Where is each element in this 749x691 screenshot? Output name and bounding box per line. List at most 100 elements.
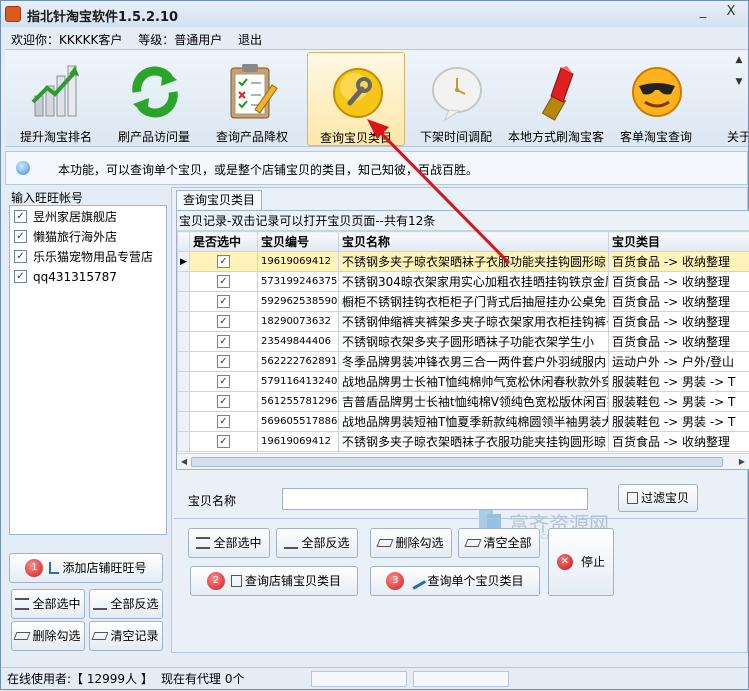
tool-local-taoke[interactable]: 本地方式刷淘宝客 [507, 52, 605, 146]
grid-delete-checked-button[interactable]: 删除勾选 [370, 528, 452, 558]
left-clear-records-button[interactable]: 清空记录 [89, 621, 163, 651]
tool-boost-visits[interactable]: 刷产品访问量 [105, 52, 203, 146]
table-row[interactable]: ✓573199246375不锈钢304晾衣架家用实心加粗衣挂晒挂钩铁京金属百货食… [178, 272, 749, 292]
item-name-cell: 战地品牌男装短袖T恤夏季新款纯棉圆领半袖男装大 [339, 412, 609, 432]
left-delete-checked-button[interactable]: 删除勾选 [11, 621, 85, 651]
row-checkbox[interactable]: ✓ [217, 275, 230, 288]
row-checkbox-cell[interactable]: ✓ [190, 432, 258, 452]
scroll-left-icon[interactable]: ◀ [178, 456, 190, 468]
item-name-cell: 吉普盾品牌男士长袖t恤纯棉V领纯色宽松版休闲百搭秋 [339, 392, 609, 412]
logout-link[interactable]: 退出 [238, 33, 262, 47]
tool-label: 本地方式刷淘宝客 [507, 128, 605, 145]
row-checkbox-cell[interactable]: ✓ [190, 372, 258, 392]
item-name-input[interactable] [282, 488, 588, 510]
table-row[interactable]: ✓23549844406不锈钢晾衣架多夹子圆形晒袜子功能衣架学生小百货食品 ->… [178, 332, 749, 352]
account-item[interactable]: ✓qq431315787 [14, 268, 117, 286]
grid-clear-all-button[interactable]: 清空全部 [458, 528, 540, 558]
row-indicator-header [178, 232, 190, 252]
row-checkbox[interactable]: ✓ [217, 415, 230, 428]
tool-customer-query[interactable]: 客单淘宝查询 [607, 52, 705, 146]
close-button[interactable]: X [721, 4, 741, 22]
item-name-cell: 不锈钢304晾衣架家用实心加粗衣挂晒挂钩铁京金属 [339, 272, 609, 292]
account-checkbox[interactable]: ✓ [14, 210, 27, 223]
table-row[interactable]: ✓561255781296吉普盾品牌男士长袖t恤纯棉V领纯色宽松版休闲百搭秋服装… [178, 392, 749, 412]
column-header[interactable]: 是否选中 [190, 232, 258, 252]
account-item[interactable]: ✓昱州家居旗舰店 [14, 208, 117, 226]
table-row[interactable]: ✓19619069412不锈钢多夹子晾衣架晒袜子衣服功能夹挂钩圆形晾百货食品 -… [178, 432, 749, 452]
row-checkbox-cell[interactable]: ✓ [190, 272, 258, 292]
smiley-sunglasses-icon [631, 62, 683, 122]
row-checkbox-cell[interactable]: ✓ [190, 392, 258, 412]
button-label: 清空记录 [110, 629, 158, 643]
row-checkbox-cell[interactable]: ✓ [190, 412, 258, 432]
account-checkbox[interactable]: ✓ [14, 270, 27, 283]
scroll-thumb[interactable] [191, 457, 723, 467]
table-row[interactable]: ▶✓19619069412不锈钢多夹子晾衣架晒袜子衣服功能夹挂钩圆形晾百货食品 … [178, 252, 749, 272]
table-row[interactable]: ✓569605517886战地品牌男装短袖T恤夏季新款纯棉圆领半袖男装大服装鞋包… [178, 412, 749, 432]
row-checkbox-cell[interactable]: ✓ [190, 352, 258, 372]
tool-check-demotion[interactable]: 查询产品降权 [203, 52, 301, 146]
tab-query-category[interactable]: 查询宝贝类目 [176, 190, 262, 210]
query-single-category-button[interactable]: 3查询单个宝贝类目 [370, 566, 540, 596]
filter-items-button[interactable]: 过滤宝贝 [618, 484, 698, 512]
item-name-cell: 不锈钢多夹子晾衣架晒袜子衣服功能夹挂钩圆形晾 [339, 252, 609, 272]
item-id-cell: 19619069412 [258, 432, 339, 452]
row-checkbox[interactable]: ✓ [217, 395, 230, 408]
item-id-cell: 23549844406 [258, 332, 339, 352]
left-select-all-button[interactable]: 全部选中 [11, 589, 85, 619]
row-indicator [178, 412, 190, 432]
minimize-button[interactable]: _ [693, 4, 713, 22]
pen-icon [408, 572, 426, 589]
row-checkbox-cell[interactable]: ✓ [190, 332, 258, 352]
grid-invert-select-button[interactable]: 全部反选 [276, 528, 358, 558]
row-checkbox[interactable]: ✓ [217, 355, 230, 368]
row-checkbox[interactable]: ✓ [217, 295, 230, 308]
scroll-right-icon[interactable]: ▶ [736, 456, 748, 468]
row-checkbox-cell[interactable]: ✓ [190, 312, 258, 332]
table-row[interactable]: ✓579116413240战地品牌男士长袖T恤纯棉帅气宽松休闲春秋款外穿服装鞋包… [178, 372, 749, 392]
item-name-label: 宝贝名称 [188, 492, 236, 509]
row-checkbox[interactable]: ✓ [217, 315, 230, 328]
item-category-cell: 服装鞋包 -> 男装 -> T [609, 372, 749, 392]
row-checkbox[interactable]: ✓ [217, 335, 230, 348]
item-name-cell: 不锈钢伸缩裤夹裤架多夹子晾衣架家用衣柜挂钩裤子 [339, 312, 609, 332]
table-row[interactable]: ✓562222762891冬季品牌男装冲锋衣男三合一两件套户外羽绒服内运动户外 … [178, 352, 749, 372]
query-shop-category-button[interactable]: 2查询店铺宝贝类目 [190, 566, 358, 596]
tool-label: 查询产品降权 [203, 128, 301, 145]
grid-select-all-button[interactable]: 全部选中 [188, 528, 270, 558]
eraser-icon [377, 539, 394, 547]
item-grid: 宝贝记录-双击记录可以打开宝贝页面--共有12条 是否选中 宝贝编号 宝贝名称 … [176, 210, 749, 470]
toolbar-scroll-up[interactable]: ▲ [732, 52, 746, 68]
account-checkbox[interactable]: ✓ [14, 250, 27, 263]
account-item[interactable]: ✓ 懒猫旅行海外店 [14, 228, 117, 246]
select-all-icon [196, 537, 210, 549]
left-invert-select-button[interactable]: 全部反选 [89, 589, 163, 619]
account-checkbox[interactable]: ✓ [14, 230, 27, 243]
row-checkbox[interactable]: ✓ [217, 375, 230, 388]
tool-query-category[interactable]: 查询宝贝类目 [307, 52, 405, 146]
horizontal-scrollbar[interactable]: ◀ ▶ [177, 453, 749, 469]
item-id-cell: 18290073632 [258, 312, 339, 332]
row-checkbox[interactable]: ✓ [217, 435, 230, 448]
column-header[interactable]: 宝贝编号 [258, 232, 339, 252]
add-shop-account-button[interactable]: 1添加店铺旺旺号 [9, 553, 163, 583]
tool-improve-ranking[interactable]: 提升淘宝排名 [7, 52, 105, 146]
column-header[interactable]: 宝贝类目 [609, 232, 749, 252]
account-name: 懒猫旅行海外店 [33, 230, 117, 244]
chat-bubble-icon [16, 161, 30, 175]
online-users: 在线使用者:【 12999人 】 [7, 671, 153, 687]
table-row[interactable]: ✓18290073632不锈钢伸缩裤夹裤架多夹子晾衣架家用衣柜挂钩裤子百货食品 … [178, 312, 749, 332]
row-checkbox-cell[interactable]: ✓ [190, 292, 258, 312]
toolbar-scroll-down[interactable]: ▼ [732, 74, 746, 90]
tool-label: 刷产品访问量 [105, 128, 203, 145]
stop-button[interactable]: ✕停止 [548, 528, 614, 596]
level-text: 等级：普通用户 [138, 33, 222, 47]
row-checkbox-cell[interactable]: ✓ [190, 252, 258, 272]
row-checkbox[interactable]: ✓ [217, 255, 230, 268]
account-item[interactable]: ✓乐乐猫宠物用品专营店 [14, 248, 153, 266]
account-panel-title: 输入旺旺帐号 [11, 189, 83, 206]
tool-delist-time[interactable]: 下架时间调配 [407, 52, 505, 146]
item-category-cell: 服装鞋包 -> 男装 -> T [609, 392, 749, 412]
table-row[interactable]: ✓592962538590橱柜不锈钢挂钩衣柜柜子门背式后抽屉挂办公桌免百货食品 … [178, 292, 749, 312]
column-header[interactable]: 宝贝名称 [339, 232, 609, 252]
